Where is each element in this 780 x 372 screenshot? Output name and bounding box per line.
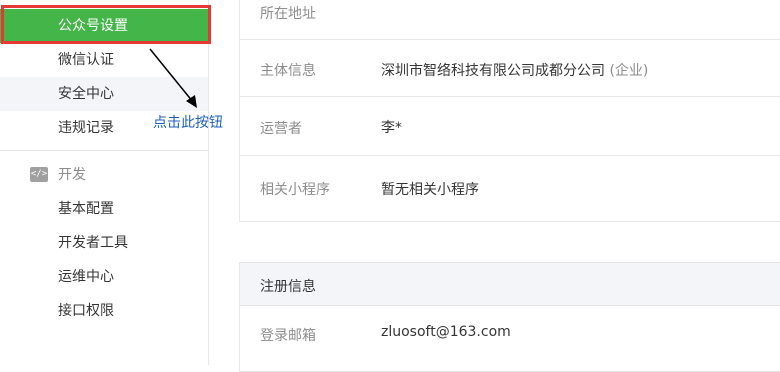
sidebar-item-security-center[interactable]: 安全中心 [0, 77, 208, 111]
info-row-operator: 运营者 李* [240, 97, 780, 156]
info-row-label: 所在地址 [260, 6, 316, 22]
entity-name: 深圳市智络科技有限公司成都分公司 [381, 63, 605, 79]
sidebar-group-develop: </> 开发 [0, 158, 208, 192]
sidebar-item-api-permissions[interactable]: 接口权限 [0, 294, 208, 328]
sidebar-item-basic-config[interactable]: 基本配置 [0, 192, 208, 226]
register-panel-title: 注册信息 [260, 279, 316, 295]
sidebar-item-label: 基本配置 [58, 201, 114, 217]
sidebar-item-label: 安全中心 [58, 86, 114, 102]
info-row-entity: 主体信息 深圳市智络科技有限公司成都分公司 (企业) [240, 40, 780, 97]
register-info-panel: 注册信息 登录邮箱 zluosoft@163.com [239, 262, 780, 372]
sidebar-item-label: 接口权限 [58, 303, 114, 319]
annotation-text: 点击此按钮 [153, 115, 223, 131]
info-row-value: 李* [381, 120, 402, 136]
sidebar-item-label: 违规记录 [58, 120, 114, 136]
info-row-address: 所在地址 [240, 0, 780, 40]
info-row-value: 暂无相关小程序 [381, 182, 479, 198]
sidebar-item-developer-tools[interactable]: 开发者工具 [0, 226, 208, 260]
sidebar-group-label: 开发 [58, 167, 86, 183]
sidebar-item-ops-center[interactable]: 运维中心 [0, 260, 208, 294]
info-row-value: 深圳市智络科技有限公司成都分公司 (企业) [381, 60, 648, 80]
sidebar-item-label: 开发者工具 [58, 235, 128, 251]
info-row-label: 运营者 [260, 121, 302, 137]
sidebar-item-label: 公众号设置 [58, 18, 128, 34]
sidebar-item-label: 运维中心 [58, 269, 114, 285]
sidebar-divider [0, 150, 208, 151]
info-row-login-email: 登录邮箱 zluosoft@163.com [240, 306, 780, 366]
info-row-label: 主体信息 [260, 63, 316, 79]
sidebar: 公众号设置 微信认证 安全中心 违规记录 </> 开发 基本配置 开发者工具 运… [0, 0, 209, 365]
info-row-label: 登录邮箱 [260, 328, 316, 344]
sidebar-item-account-settings[interactable]: 公众号设置 [0, 9, 208, 43]
info-row-value: zluosoft@163.com [381, 324, 511, 340]
account-info-panel: 所在地址 主体信息 深圳市智络科技有限公司成都分公司 (企业) 运营者 李* 相… [239, 0, 780, 222]
info-row-miniprogram: 相关小程序 暂无相关小程序 [240, 156, 780, 222]
entity-type-tag: (企业) [609, 63, 649, 79]
sidebar-item-label: 微信认证 [58, 52, 114, 68]
code-icon: </> [30, 167, 48, 182]
register-panel-header: 注册信息 [240, 263, 780, 306]
sidebar-item-wechat-verify[interactable]: 微信认证 [0, 43, 208, 77]
info-row-label: 相关小程序 [260, 182, 330, 198]
